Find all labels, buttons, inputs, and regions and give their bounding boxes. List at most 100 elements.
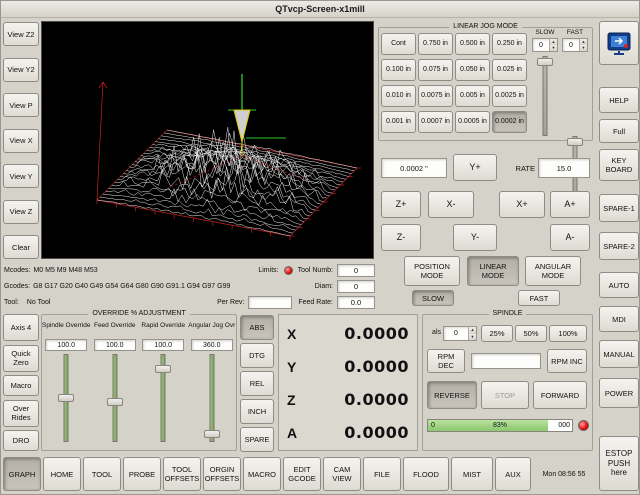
jog-a-plus-button[interactable]: A+ (550, 191, 590, 218)
jog-increment-button[interactable]: 0.250 in (492, 33, 527, 55)
flood-button[interactable]: FLOOD (403, 457, 449, 491)
view-y-button[interactable]: View Y (3, 164, 39, 188)
jog-x-plus-button[interactable]: X+ (499, 191, 545, 218)
rapid-override-slider[interactable] (153, 354, 173, 442)
jog-increment-button[interactable]: 0.100 in (381, 59, 416, 81)
slider-handle[interactable] (567, 138, 583, 146)
mdi-mode-button[interactable]: MDI (599, 306, 639, 332)
tab-tool[interactable]: TOOL (83, 457, 121, 491)
jog-increment-button[interactable]: 0.001 in (381, 111, 416, 133)
diameter-display: 0 (337, 280, 375, 293)
rpm-dec-button[interactable]: RPM DEC (427, 349, 465, 373)
jog-increment-button[interactable]: 0.050 in (455, 59, 490, 81)
slider-handle[interactable] (58, 394, 74, 402)
spinbox-arrows-icon[interactable]: ▲▼ (579, 39, 587, 51)
view-p-button[interactable]: View P (3, 93, 39, 117)
tab-graph[interactable]: GRAPH (3, 457, 41, 491)
jog-a-minus-button[interactable]: A- (550, 224, 590, 251)
jog-y-plus-button[interactable]: Y+ (453, 154, 497, 181)
view-z-button[interactable]: View Z (3, 200, 39, 224)
spindle-25-button[interactable]: 25% (481, 325, 513, 342)
tab-quick-zero[interactable]: Quick Zero (3, 345, 39, 372)
jog-speed-slow-button[interactable]: SLOW (412, 290, 454, 306)
spindle-led (578, 420, 589, 431)
slow-rate-slider[interactable] (535, 56, 555, 136)
tab-cam-view[interactable]: CAM VIEW (323, 457, 361, 491)
tab-abs[interactable]: ABS (240, 315, 274, 340)
rpm-inc-button[interactable]: RPM INC (547, 349, 587, 373)
spindle-override-slider[interactable] (56, 354, 76, 442)
clear-button[interactable]: Clear (3, 235, 39, 259)
angular-jog-override-slider[interactable] (202, 354, 222, 442)
tab-macro[interactable]: Macro (3, 375, 39, 396)
tab-origin-offsets[interactable]: ORGIN OFFSETS (203, 457, 241, 491)
jog-increment-button[interactable]: 0.0007 in (418, 111, 453, 133)
tab-edit-gcode[interactable]: EDIT GCODE (283, 457, 321, 491)
jog-increment-button[interactable]: 0.500 in (455, 33, 490, 55)
aux-button[interactable]: AUX (495, 457, 531, 491)
spindle-speed-spinbox[interactable]: 0 ▲▼ (443, 326, 477, 341)
tab-inch[interactable]: INCH (240, 399, 274, 424)
auto-mode-button[interactable]: AUTO (599, 272, 639, 298)
jog-increment-button[interactable]: Cont (381, 33, 416, 55)
spinbox-arrows-icon[interactable]: ▲▼ (468, 327, 476, 340)
tab-dtg[interactable]: DTG (240, 343, 274, 368)
view-y2-button[interactable]: View Y2 (3, 58, 39, 82)
manual-mode-button[interactable]: MANUAL (599, 340, 639, 368)
slider-handle[interactable] (537, 58, 553, 66)
tab-spare[interactable]: SPARE (240, 427, 274, 452)
jog-increment-button[interactable]: 0.025 in (492, 59, 527, 81)
linear-mode-button[interactable]: LINEAR MODE (467, 256, 519, 286)
jog-increment-button[interactable]: 0.005 in (455, 85, 490, 107)
view-z2-button[interactable]: View Z2 (3, 22, 39, 46)
spindle-100-button[interactable]: 100% (549, 325, 587, 342)
spare-2-button[interactable]: SPARE-2 (599, 232, 639, 260)
exit-screen-button[interactable] (599, 21, 639, 65)
jog-y-minus-button[interactable]: Y- (453, 224, 497, 251)
slider-handle[interactable] (155, 365, 171, 373)
window-titlebar[interactable]: QTvcp-Screen-x1mill (1, 1, 639, 18)
jog-increment-button[interactable]: 0.0075 in (418, 85, 453, 107)
jog-increment-button-selected[interactable]: 0.0002 in (492, 111, 527, 133)
view-x-button[interactable]: View X (3, 129, 39, 153)
gremlin-preview[interactable] (41, 21, 374, 259)
feed-override-slider[interactable] (105, 354, 125, 442)
tab-probe[interactable]: PROBE (123, 457, 161, 491)
spindle-reverse-button[interactable]: REVERSE (427, 381, 477, 409)
slider-handle[interactable] (107, 398, 123, 406)
dro-axis-value: 0.0000 (311, 390, 409, 409)
power-button[interactable]: POWER (599, 378, 639, 408)
full-button[interactable]: Full (599, 119, 639, 143)
position-mode-button[interactable]: POSITION MODE (404, 256, 460, 286)
tab-dro[interactable]: DRO (3, 430, 39, 451)
slider-handle[interactable] (204, 430, 220, 438)
angular-mode-button[interactable]: ANGULAR MODE (525, 256, 581, 286)
tab-macro-bottom[interactable]: MACRO (243, 457, 281, 491)
mist-button[interactable]: MIST (451, 457, 493, 491)
slow-rate-spinbox[interactable]: 0 ▲▼ (532, 38, 558, 52)
tab-rel[interactable]: REL (240, 371, 274, 396)
tab-axis-4[interactable]: Axis 4 (3, 314, 39, 341)
estop-button[interactable]: ESTOP PUSH here (599, 436, 639, 491)
help-button[interactable]: HELP (599, 87, 639, 113)
tab-over-rides[interactable]: Over Rides (3, 400, 39, 427)
jog-increment-button[interactable]: 0.075 in (418, 59, 453, 81)
jog-increment-button[interactable]: 0.0005 in (455, 111, 490, 133)
jog-z-minus-button[interactable]: Z- (381, 224, 421, 251)
jog-x-minus-button[interactable]: X- (428, 191, 474, 218)
jog-speed-fast-button[interactable]: FAST (518, 290, 560, 306)
fast-rate-spinbox[interactable]: 0 ▲▼ (562, 38, 588, 52)
jog-increment-button[interactable]: 0.750 in (418, 33, 453, 55)
tab-file[interactable]: FILE (363, 457, 401, 491)
jog-increment-button[interactable]: 0.010 in (381, 85, 416, 107)
jog-z-plus-button[interactable]: Z+ (381, 191, 421, 218)
spindle-stop-button[interactable]: STOP (481, 381, 529, 409)
spindle-50-button[interactable]: 50% (515, 325, 547, 342)
tab-tool-offsets[interactable]: TOOL OFFSETS (163, 457, 201, 491)
jog-increment-button[interactable]: 0.0025 in (492, 85, 527, 107)
keyboard-button[interactable]: KEY BOARD (599, 149, 639, 181)
spare-1-button[interactable]: SPARE-1 (599, 194, 639, 222)
spindle-forward-button[interactable]: FORWARD (533, 381, 587, 409)
tab-home[interactable]: HOME (43, 457, 81, 491)
spinbox-arrows-icon[interactable]: ▲▼ (549, 39, 557, 51)
